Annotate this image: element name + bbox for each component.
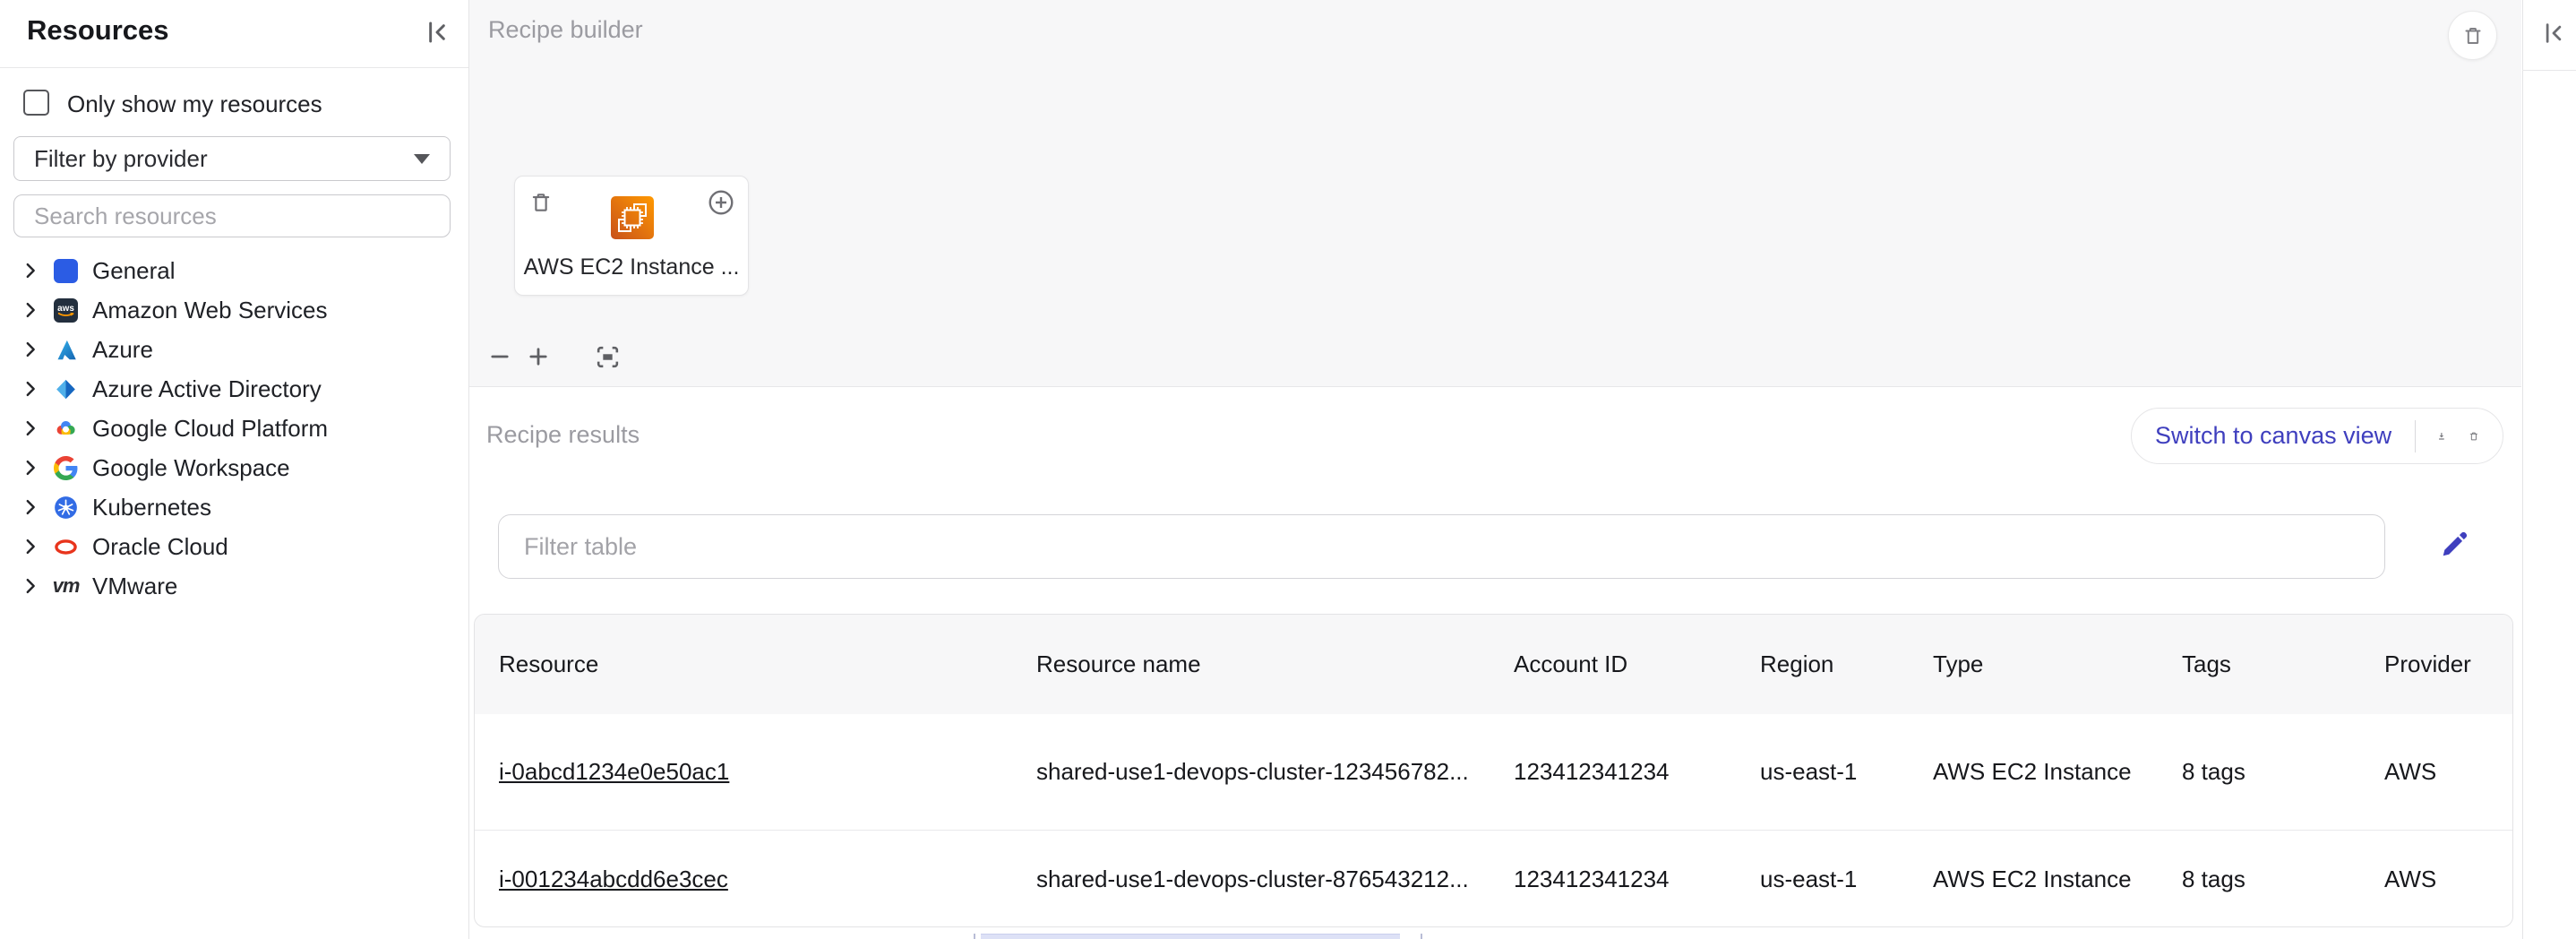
aws-ec2-icon bbox=[611, 196, 654, 239]
azure-icon bbox=[54, 338, 78, 362]
clear-canvas-button[interactable] bbox=[2448, 11, 2497, 60]
sidebar-item-azure[interactable]: Azure bbox=[0, 330, 468, 369]
sidebar-item-oracle-cloud[interactable]: Oracle Cloud bbox=[0, 527, 468, 566]
only-my-resources-label: Only show my resources bbox=[67, 91, 322, 117]
chevron-right-icon[interactable] bbox=[21, 418, 40, 438]
column-header-region: Region bbox=[1736, 650, 1909, 678]
chevron-right-icon[interactable] bbox=[21, 537, 40, 556]
provider-tree: General aws Amazon Web Services Azure Az… bbox=[0, 251, 468, 606]
fit-view-button[interactable] bbox=[594, 343, 622, 371]
chevron-right-icon[interactable] bbox=[21, 497, 40, 517]
cell-resource-name: shared-use1-devops-cluster-876543212... bbox=[1012, 866, 1490, 893]
table-row: i-0abcd1234e0e50ac1 shared-use1-devops-c… bbox=[475, 714, 2512, 830]
table-header-row: Resource Resource name Account ID Region… bbox=[475, 615, 2512, 714]
switch-to-canvas-view-button[interactable]: Switch to canvas view bbox=[2155, 422, 2391, 450]
recipe-node-aws-ec2-instance[interactable]: AWS EC2 Instance ... bbox=[514, 176, 749, 296]
tree-item-label: Azure Active Directory bbox=[92, 375, 322, 403]
column-header-account-id: Account ID bbox=[1490, 650, 1736, 678]
tree-item-label: General bbox=[92, 257, 176, 285]
general-icon bbox=[54, 259, 78, 283]
sidebar-item-aws[interactable]: aws Amazon Web Services bbox=[0, 290, 468, 330]
chevron-right-icon[interactable] bbox=[21, 261, 40, 280]
column-header-resource: Resource bbox=[475, 650, 1012, 678]
delete-results-icon[interactable] bbox=[2469, 422, 2479, 451]
tree-item-label: VMware bbox=[92, 573, 177, 600]
sidebar-item-general[interactable]: General bbox=[0, 251, 468, 290]
recipe-results-title: Recipe results bbox=[486, 421, 640, 449]
zoom-out-button[interactable] bbox=[487, 344, 512, 369]
column-header-provider: Provider bbox=[2360, 650, 2512, 678]
tree-item-label: Kubernetes bbox=[92, 494, 211, 521]
zoom-in-button[interactable] bbox=[526, 344, 551, 369]
download-icon[interactable] bbox=[2436, 422, 2447, 451]
node-label: AWS EC2 Instance ... bbox=[522, 252, 741, 282]
sidebar-header-divider bbox=[0, 67, 468, 68]
sidebar-item-azure-active-directory[interactable]: Azure Active Directory bbox=[0, 369, 468, 409]
google-icon bbox=[54, 456, 78, 480]
edit-pencil-icon[interactable] bbox=[2438, 527, 2472, 561]
chevron-right-icon[interactable] bbox=[21, 576, 40, 596]
chevron-right-icon[interactable] bbox=[21, 300, 40, 320]
resource-id-link[interactable]: i-0abcd1234e0e50ac1 bbox=[499, 758, 729, 785]
partial-next-row-border bbox=[1421, 934, 1422, 939]
expand-right-panel-icon[interactable] bbox=[2540, 20, 2567, 47]
column-header-resource-name: Resource name bbox=[1012, 650, 1490, 678]
column-header-type: Type bbox=[1909, 650, 2158, 678]
vmware-icon: vm bbox=[54, 574, 78, 599]
cell-type: AWS EC2 Instance bbox=[1909, 758, 2158, 786]
sidebar-title: Resources bbox=[27, 14, 169, 47]
tree-item-label: Google Cloud Platform bbox=[92, 415, 328, 443]
results-table: Resource Resource name Account ID Region… bbox=[474, 614, 2513, 927]
search-resources-input[interactable] bbox=[13, 194, 451, 237]
delete-node-icon[interactable] bbox=[529, 190, 553, 215]
sidebar-item-google-cloud-platform[interactable]: Google Cloud Platform bbox=[0, 409, 468, 448]
results-toolbar: Switch to canvas view bbox=[2131, 408, 2503, 464]
cell-region: us-east-1 bbox=[1736, 866, 1909, 893]
svg-text:aws: aws bbox=[57, 304, 74, 314]
aws-icon: aws bbox=[54, 298, 78, 323]
cell-region: us-east-1 bbox=[1736, 758, 1909, 786]
tree-item-label: Google Workspace bbox=[92, 454, 290, 482]
chevron-down-icon bbox=[414, 154, 430, 164]
cell-type: AWS EC2 Instance bbox=[1909, 866, 2158, 893]
right-collapsed-panel bbox=[2522, 0, 2576, 939]
add-connection-icon[interactable] bbox=[707, 188, 735, 217]
kubernetes-icon bbox=[54, 495, 78, 520]
sidebar-item-vmware[interactable]: vm VMware bbox=[0, 566, 468, 606]
oracle-icon bbox=[54, 535, 78, 559]
resource-id-link[interactable]: i-001234abcdd6e3cec bbox=[499, 866, 728, 892]
chevron-right-icon[interactable] bbox=[21, 340, 40, 359]
tree-item-label: Azure bbox=[92, 336, 153, 364]
cell-account-id: 123412341234 bbox=[1490, 758, 1736, 786]
filter-table-input[interactable] bbox=[498, 514, 2385, 579]
chevron-right-icon[interactable] bbox=[21, 458, 40, 478]
filter-by-provider-select[interactable]: Filter by provider bbox=[13, 136, 451, 181]
sidebar-item-google-workspace[interactable]: Google Workspace bbox=[0, 448, 468, 487]
filter-by-provider-value: Filter by provider bbox=[34, 145, 208, 173]
only-my-resources-checkbox[interactable] bbox=[23, 90, 49, 116]
table-row: i-001234abcdd6e3cec shared-use1-devops-c… bbox=[475, 830, 2512, 927]
cell-account-id: 123412341234 bbox=[1490, 866, 1736, 893]
cell-provider: AWS bbox=[2360, 866, 2512, 893]
resources-sidebar: Resources Only show my resources Filter … bbox=[0, 0, 468, 939]
column-header-tags: Tags bbox=[2158, 650, 2360, 678]
right-panel-divider bbox=[2522, 70, 2576, 71]
section-divider bbox=[469, 386, 2521, 387]
recipe-builder-canvas[interactable] bbox=[469, 0, 2521, 386]
gcp-icon bbox=[54, 417, 78, 441]
cell-resource-name: shared-use1-devops-cluster-123456782... bbox=[1012, 758, 1490, 786]
sidebar-item-kubernetes[interactable]: Kubernetes bbox=[0, 487, 468, 527]
tree-item-label: Amazon Web Services bbox=[92, 297, 328, 324]
chevron-right-icon[interactable] bbox=[21, 379, 40, 399]
cell-tags: 8 tags bbox=[2158, 758, 2360, 786]
cell-provider: AWS bbox=[2360, 758, 2512, 786]
partial-next-row-border bbox=[974, 934, 975, 939]
tree-item-label: Oracle Cloud bbox=[92, 533, 228, 561]
partial-next-row bbox=[981, 934, 1400, 939]
cell-tags: 8 tags bbox=[2158, 866, 2360, 893]
collapse-sidebar-icon[interactable] bbox=[423, 18, 451, 47]
recipe-builder-title: Recipe builder bbox=[488, 16, 643, 44]
azure-ad-icon bbox=[54, 377, 78, 401]
